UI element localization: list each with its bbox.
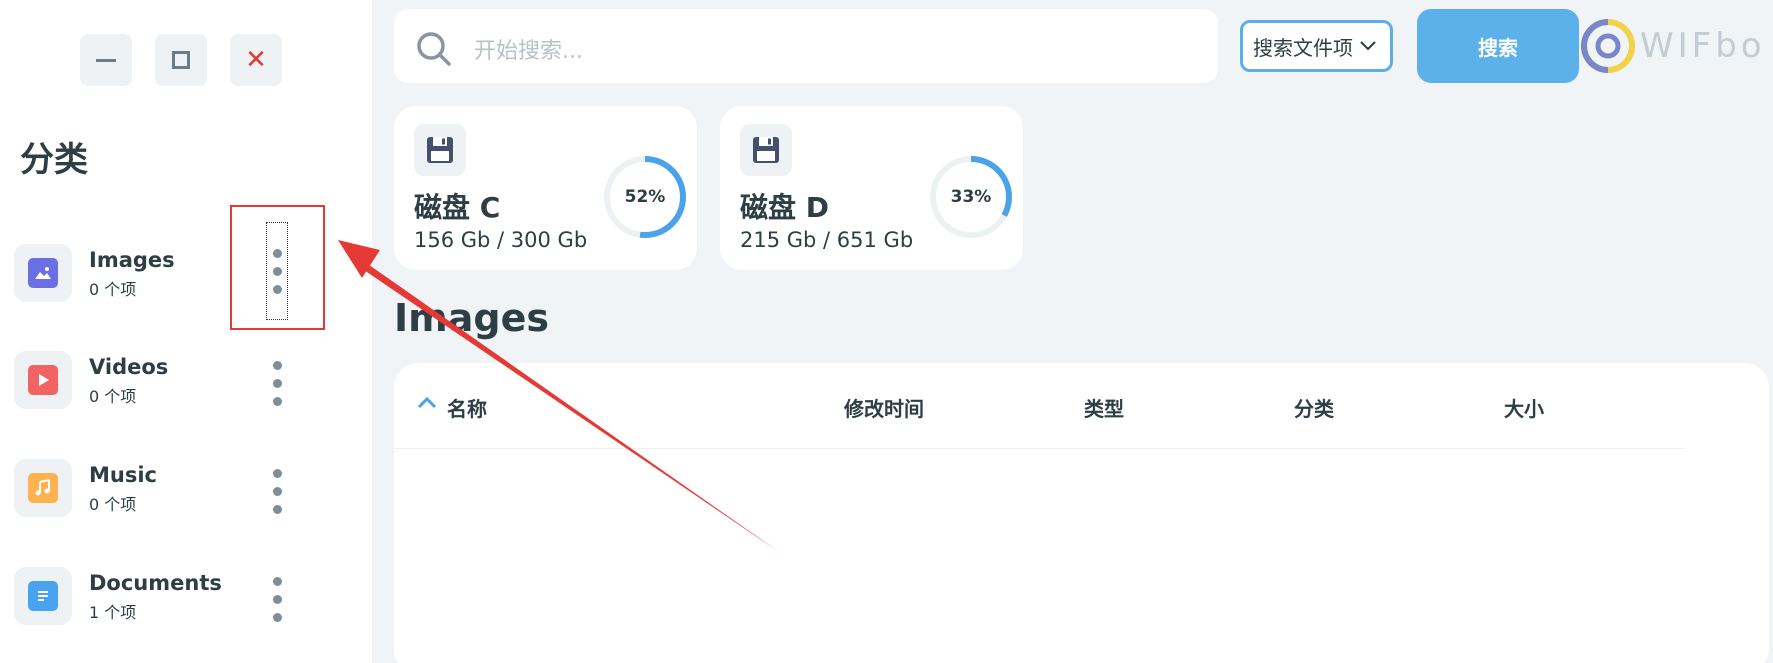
category-count: 0 个项: [89, 495, 137, 514]
disk-card-d[interactable]: 磁盘 D 215 Gb / 651 Gb 33%: [720, 106, 1023, 270]
logo-icon: [1581, 19, 1635, 73]
chevron-down-icon: [1360, 41, 1376, 51]
kebab-dot: [272, 396, 282, 406]
kebab-dot: [272, 612, 282, 622]
category-name: Videos: [89, 355, 169, 379]
header-divider: [394, 448, 1684, 449]
search-scope-label: 搜索文件项: [1253, 35, 1353, 60]
column-header-size[interactable]: 大小: [1504, 393, 1544, 422]
more-options-button[interactable]: [266, 459, 288, 523]
category-name: Images: [89, 248, 175, 272]
kebab-dot: [272, 504, 282, 514]
column-header-category[interactable]: 分类: [1294, 393, 1334, 422]
kebab-dot: [272, 486, 282, 496]
column-header-type[interactable]: 类型: [1084, 393, 1124, 422]
kebab-dot: [272, 576, 282, 586]
category-icon-tile: [14, 459, 72, 517]
logo-text: WIFbo: [1640, 26, 1766, 66]
floppy-disk-icon: [427, 137, 453, 163]
category-count: 1 个项: [89, 603, 137, 622]
file-list-panel: 名称 修改时间 类型 分类 大小: [394, 363, 1769, 663]
close-button[interactable]: ✕: [230, 34, 282, 86]
disk-usage-percent: 33%: [950, 187, 992, 207]
disk-icon-tile: [740, 124, 792, 176]
more-options-button[interactable]: [266, 351, 288, 415]
music-note-icon: [28, 473, 58, 503]
kebab-dot: [272, 378, 282, 388]
disk-usage: 156 Gb / 300 Gb: [414, 228, 588, 252]
minimize-icon: [96, 58, 116, 62]
search-button[interactable]: 搜索: [1417, 9, 1579, 83]
kebab-dot: [272, 594, 282, 604]
search-input[interactable]: 开始搜索...: [394, 9, 1218, 83]
category-icon-tile: [14, 244, 72, 302]
search-scope-dropdown[interactable]: 搜索文件项: [1240, 20, 1393, 72]
floppy-disk-icon: [753, 137, 779, 163]
category-count: 0 个项: [89, 387, 137, 406]
disk-icon-tile: [414, 124, 466, 176]
search-icon: [417, 32, 451, 66]
kebab-dot: [272, 360, 282, 370]
document-icon: [28, 581, 58, 611]
sidebar-item-videos[interactable]: Videos 0 个项: [14, 351, 354, 415]
column-header-modified[interactable]: 修改时间: [844, 393, 924, 422]
maximize-icon: [172, 51, 190, 69]
disk-name: 磁盘 C: [414, 191, 501, 224]
category-name: Documents: [89, 571, 222, 595]
sidebar: ✕ 分类 Images 0 个项 Videos 0 个项 Music 0 个项 …: [0, 0, 372, 663]
disk-card-c[interactable]: 磁盘 C 156 Gb / 300 Gb 52%: [394, 106, 697, 270]
more-options-button[interactable]: [266, 567, 288, 631]
image-icon: [28, 258, 58, 288]
sidebar-item-music[interactable]: Music 0 个项: [14, 459, 354, 523]
disk-usage: 215 Gb / 651 Gb: [740, 228, 914, 252]
disk-name: 磁盘 D: [740, 191, 829, 224]
category-heading: 分类: [20, 140, 88, 180]
app-logo: WIFbo: [1578, 16, 1773, 76]
minimize-button[interactable]: [80, 34, 132, 86]
category-count: 0 个项: [89, 280, 137, 299]
play-icon: [28, 365, 58, 395]
column-header-name[interactable]: 名称: [447, 393, 487, 422]
annotation-highlight-box: [230, 205, 325, 330]
sidebar-item-documents[interactable]: Documents 1 个项: [14, 567, 354, 631]
sort-ascending-icon[interactable]: [416, 395, 438, 411]
category-name: Music: [89, 463, 157, 487]
kebab-dot: [272, 468, 282, 478]
category-icon-tile: [14, 567, 72, 625]
category-icon-tile: [14, 351, 72, 409]
search-placeholder: 开始搜索...: [474, 39, 583, 64]
close-icon: ✕: [245, 45, 267, 75]
maximize-button[interactable]: [155, 34, 207, 86]
disk-usage-percent: 52%: [624, 187, 666, 207]
section-title: Images: [394, 296, 549, 340]
